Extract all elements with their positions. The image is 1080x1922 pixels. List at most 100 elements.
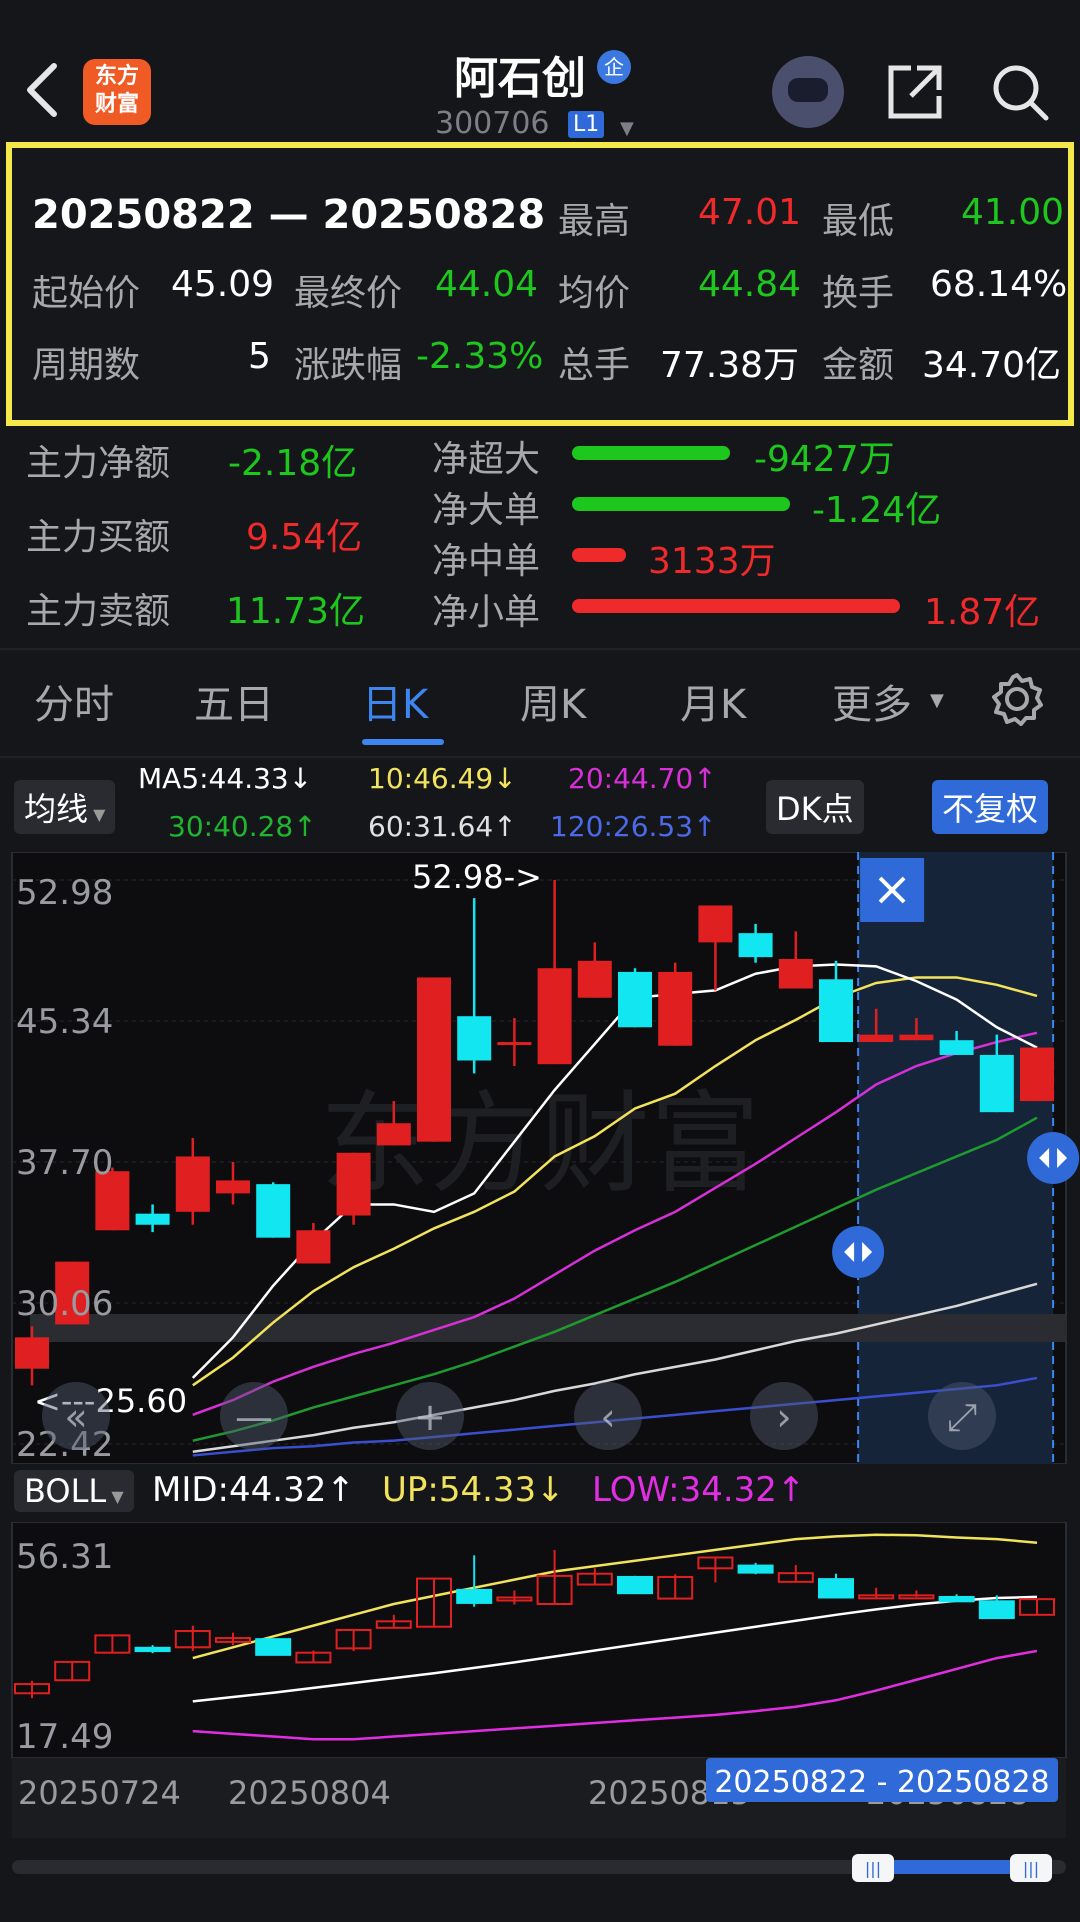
y-axis-label: 37.70 <box>16 1143 113 1183</box>
date-range: 20250822 — 20250828 <box>32 192 546 238</box>
search-icon[interactable] <box>990 62 1050 122</box>
boll-candle-body <box>978 1600 1015 1620</box>
boll-candle-body <box>737 1564 774 1574</box>
candle-body <box>376 1123 411 1146</box>
max-price-marker: 52.98-> <box>412 858 542 896</box>
level-dropdown-icon[interactable]: ▼ <box>620 118 634 139</box>
high-value: 47.01 <box>698 192 802 233</box>
candle-body <box>698 905 733 943</box>
amount-value: 34.70亿 <box>922 345 1062 386</box>
zoom-out-left-icon: « <box>64 1395 87 1439</box>
y-axis-label: 52.98 <box>16 873 113 913</box>
fullscreen-icon: ⤢ <box>947 1395 977 1439</box>
zoom-in-icon: + <box>414 1395 446 1439</box>
crosshair-band <box>30 1314 1066 1342</box>
ma60-value: 60:31.64↑ <box>368 810 517 843</box>
ma5-value: MA5:44.33↓ <box>138 762 313 795</box>
tab-monthly-k[interactable]: 月K <box>680 672 746 730</box>
candle-body <box>738 933 773 958</box>
candle-body <box>256 1184 291 1238</box>
boll-candle-body <box>938 1595 975 1603</box>
main-sell-label: 主力卖额 <box>26 591 171 632</box>
candle-body <box>175 1156 210 1212</box>
settings-gear-icon[interactable] <box>990 672 1044 726</box>
candle-body <box>618 971 652 1028</box>
boll-candle-body <box>255 1638 292 1656</box>
low-value: 41.00 <box>961 192 1065 233</box>
share-icon[interactable] <box>885 62 945 122</box>
boll-candle-body <box>818 1578 854 1599</box>
boll-chip-label: BOLL <box>24 1472 107 1510</box>
selection-range-label: 20250822 - 20250828 <box>714 1765 1049 1800</box>
indicator-selector-chip[interactable]: BOLL ▼ <box>14 1470 134 1512</box>
boll-candle-body <box>617 1575 653 1595</box>
zoom-out-icon: — <box>235 1395 273 1439</box>
main-buy-label: 主力买额 <box>26 517 171 558</box>
low-label: 最低 <box>822 201 895 242</box>
scroll-right-icon: › <box>776 1395 791 1439</box>
candle-body <box>819 979 853 1043</box>
boll-candle-body <box>456 1588 493 1604</box>
boll-up-value: UP:54.33↓ <box>382 1470 565 1510</box>
net-small-label: 净小单 <box>432 592 541 633</box>
volume-value: 77.38万 <box>660 345 800 386</box>
ma20-value: 20:44.70↑ <box>568 762 717 795</box>
main-sell-value: 11.73亿 <box>226 591 366 632</box>
ma30-value: 30:40.28↑ <box>168 810 317 843</box>
boll-candle-body <box>134 1646 171 1653</box>
tab-weekly-k[interactable]: 周K <box>520 672 586 730</box>
tab-daily-k[interactable]: 日K <box>362 672 428 730</box>
change-label: 涨跌幅 <box>294 345 403 386</box>
net-medium-label: 净中单 <box>432 541 541 582</box>
candle-body <box>979 1054 1014 1113</box>
net-super-large-value: -9427万 <box>754 439 895 480</box>
candle-body <box>135 1213 170 1225</box>
open-label: 起始价 <box>32 273 141 314</box>
ma-selector-chip[interactable]: 均线 ▼ <box>14 780 116 834</box>
enterprise-badge: 企 <box>597 50 631 84</box>
dk-point-button[interactable]: DK点 <box>766 780 864 834</box>
tab-intraday[interactable]: 分时 <box>34 672 114 730</box>
adjust-button[interactable]: 不复权 <box>932 780 1049 834</box>
boll-y-axis-label: 56.31 <box>16 1537 113 1577</box>
level-badge[interactable]: L1 <box>568 111 605 138</box>
grip-icon: ||| <box>865 1859 881 1878</box>
candle-body <box>859 1034 894 1043</box>
scroll-left-icon: ‹ <box>600 1395 615 1439</box>
close-label: 最终价 <box>294 273 403 314</box>
candle-body <box>939 1040 974 1055</box>
open-value: 45.09 <box>171 264 275 305</box>
y-axis-label: 30.06 <box>16 1284 113 1324</box>
candle-body <box>457 1016 492 1061</box>
net-small-bar <box>572 599 900 613</box>
selection-drag-handle <box>832 1226 885 1278</box>
candle-body <box>658 971 693 1046</box>
volume-label: 总手 <box>558 345 631 386</box>
more-dropdown-icon: ▼ <box>930 690 944 711</box>
net-large-label: 净大单 <box>432 490 541 531</box>
candle-body <box>417 977 451 1142</box>
turnover-value: 68.14% <box>930 264 1068 305</box>
candle-body <box>1020 1047 1054 1102</box>
boll-mid-value: MID:44.32↑ <box>152 1470 355 1510</box>
net-large-value: -1.24亿 <box>812 490 942 531</box>
net-super-large-label: 净超大 <box>432 439 541 480</box>
adjust-label: 不复权 <box>942 790 1039 828</box>
date-axis-label: 20250724 <box>18 1774 181 1812</box>
candlestick-chart[interactable]: 东方财富52.9845.3437.7030.0622.4252.98-><---… <box>0 852 1080 1464</box>
grip-icon: ||| <box>1023 1859 1039 1878</box>
net-large-bar <box>572 497 790 511</box>
main-buy-value: 9.54亿 <box>246 517 363 558</box>
net-small-value: 1.87亿 <box>924 592 1041 633</box>
selection-drag-handle <box>1027 1132 1080 1184</box>
candle-body <box>537 968 572 1065</box>
candle-body <box>15 1337 49 1369</box>
avg-value: 44.84 <box>698 264 802 305</box>
close-value: 44.04 <box>435 264 539 305</box>
tab-more[interactable]: 更多 <box>832 672 912 730</box>
boll-chart[interactable]: 56.3117.4920250724 20250804 20250815202508… <box>0 1522 1080 1922</box>
net-main-value: -2.18亿 <box>228 443 358 484</box>
dk-label: DK点 <box>776 790 854 828</box>
net-main-label: 主力净额 <box>26 443 171 484</box>
tab-five-day[interactable]: 五日 <box>194 672 274 730</box>
